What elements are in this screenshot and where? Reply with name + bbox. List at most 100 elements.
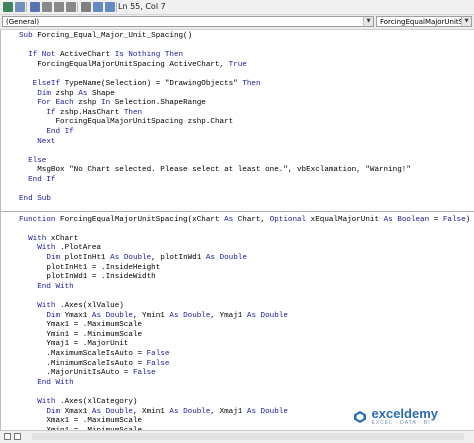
code-line[interactable] bbox=[1, 186, 474, 196]
code-line[interactable]: For Each zshp In Selection.ShapeRange bbox=[1, 99, 474, 109]
chevron-down-icon[interactable]: ▼ bbox=[461, 17, 471, 26]
code-line[interactable]: ForcingEqualMajorUnitSpacing zshp.Chart bbox=[1, 118, 474, 128]
code-line[interactable]: .MinimumScaleIsAuto = False bbox=[1, 360, 474, 370]
code-keyword: Dim bbox=[19, 407, 65, 416]
code-line[interactable] bbox=[1, 70, 474, 80]
code-line[interactable] bbox=[1, 388, 474, 398]
code-text: , Xmaj1 bbox=[210, 407, 247, 416]
code-window-header: (General) ▼ ForcingEqualMajorUnitSpacing… bbox=[0, 15, 474, 30]
code-line[interactable] bbox=[1, 292, 474, 302]
code-keyword: Optional bbox=[269, 215, 311, 224]
code-text: Forcing_Equal_Major_Unit_Spacing() bbox=[37, 32, 193, 40]
code-line[interactable]: End If bbox=[1, 128, 474, 138]
code-text: plotInWd1 = .InsideWidth bbox=[19, 273, 156, 282]
copy-icon[interactable] bbox=[54, 2, 64, 12]
code-text: Shape bbox=[91, 89, 115, 98]
find-icon[interactable] bbox=[81, 2, 91, 12]
redo-icon[interactable] bbox=[105, 2, 115, 12]
code-line[interactable]: With .PlotArea bbox=[1, 244, 474, 254]
code-keyword: False bbox=[146, 350, 170, 358]
chevron-down-icon[interactable]: ▼ bbox=[363, 17, 373, 26]
code-text: MsgBox "No Chart selected. Please select… bbox=[19, 166, 411, 175]
toolbar-separator bbox=[26, 2, 27, 12]
code-line[interactable]: MsgBox "No Chart selected. Please select… bbox=[1, 166, 474, 176]
code-keyword: Function bbox=[19, 215, 61, 224]
code-line[interactable]: Else bbox=[1, 157, 474, 167]
code-line[interactable] bbox=[1, 147, 474, 157]
code-keyword: As bbox=[224, 215, 238, 224]
code-text: zshp.HasChart bbox=[60, 108, 124, 117]
code-text: ActiveChart bbox=[60, 51, 115, 60]
code-keyword: With bbox=[19, 302, 61, 311]
code-keyword: ElseIf bbox=[19, 79, 65, 88]
code-line[interactable]: End With bbox=[1, 379, 474, 389]
full-module-view-button[interactable] bbox=[14, 433, 21, 440]
toolbar-separator bbox=[116, 2, 117, 12]
code-line[interactable]: End With bbox=[1, 283, 474, 293]
code-keyword: As Double bbox=[169, 311, 211, 320]
code-text: .MinimumScaleIsAuto = bbox=[19, 359, 147, 368]
code-line[interactable]: Function ForcingEqualMajorUnitSpacing(xC… bbox=[1, 216, 474, 226]
code-text: xEqualMajorUnit bbox=[310, 215, 384, 224]
code-line[interactable]: Dim Ymax1 As Double, Ymin1 As Double, Ym… bbox=[1, 312, 474, 322]
code-editor[interactable]: Sub Forcing_Equal_Major_Unit_Spacing() I… bbox=[0, 30, 474, 430]
code-text: Xmax1 bbox=[64, 407, 92, 416]
code-keyword: As Double bbox=[91, 407, 133, 416]
code-keyword: Is Nothing Then bbox=[114, 51, 184, 60]
code-text: xChart bbox=[50, 234, 79, 243]
insert-module-icon[interactable] bbox=[15, 2, 25, 12]
save-icon[interactable] bbox=[30, 2, 40, 12]
procedure-dropdown[interactable]: ForcingEqualMajorUnitSpacing ▼ bbox=[376, 16, 472, 27]
code-keyword: Else bbox=[19, 156, 47, 165]
code-line[interactable]: Ymaj1 = .MajorUnit bbox=[1, 340, 474, 350]
code-line[interactable]: ForcingEqualMajorUnitSpacing ActiveChart… bbox=[1, 61, 474, 71]
code-line[interactable]: Ymin1 = .MinimumScale bbox=[1, 331, 474, 341]
code-text: , Ymin1 bbox=[132, 311, 170, 320]
code-text: = bbox=[433, 215, 443, 224]
procedure-dropdown-value: ForcingEqualMajorUnitSpacing bbox=[380, 18, 471, 26]
code-line[interactable]: If zshp.HasChart Then bbox=[1, 109, 474, 119]
code-line[interactable] bbox=[1, 42, 474, 52]
paste-icon[interactable] bbox=[66, 2, 76, 12]
code-keyword: As Double bbox=[169, 407, 211, 416]
status-bar bbox=[0, 430, 474, 443]
code-text: Selection.ShapeRange bbox=[114, 99, 206, 108]
code-line[interactable] bbox=[1, 225, 474, 235]
code-text: ) bbox=[465, 215, 471, 224]
code-text: ForcingEqualMajorUnitSpacing(xChart bbox=[60, 215, 225, 224]
code-text: .PlotArea bbox=[60, 244, 102, 253]
code-line[interactable]: Dim zshp As Shape bbox=[1, 90, 474, 100]
code-line[interactable]: With xChart bbox=[1, 235, 474, 245]
procedure-view-button[interactable] bbox=[4, 433, 11, 440]
code-keyword: If bbox=[19, 108, 61, 117]
code-text: Chart, bbox=[237, 215, 270, 224]
code-line[interactable]: plotInWd1 = .InsideWidth bbox=[1, 273, 474, 283]
code-text: Ymaj1 = .MajorUnit bbox=[19, 340, 129, 349]
object-dropdown-value: (General) bbox=[6, 18, 40, 26]
code-line[interactable]: End If bbox=[1, 176, 474, 186]
code-line[interactable]: Dim plotInHt1 As Double, plotInWd1 As Do… bbox=[1, 254, 474, 264]
code-line[interactable]: .MaximumScaleIsAuto = False bbox=[1, 350, 474, 360]
code-line[interactable]: If Not ActiveChart Is Nothing Then bbox=[1, 51, 474, 61]
code-line[interactable]: Ymax1 = .MaximumScale bbox=[1, 321, 474, 331]
code-keyword: Dim bbox=[19, 311, 65, 320]
code-line[interactable]: ElseIf TypeName(Selection) = "DrawingObj… bbox=[1, 80, 474, 90]
code-keyword: Dim bbox=[19, 254, 65, 263]
code-text: ForcingEqualMajorUnitSpacing zshp.Chart bbox=[19, 118, 234, 127]
code-line[interactable]: End Sub bbox=[1, 195, 474, 205]
code-keyword: As Double bbox=[246, 311, 288, 320]
code-text: plotInHt1 = .InsideHeight bbox=[19, 263, 161, 272]
code-line[interactable]: plotInHt1 = .InsideHeight bbox=[1, 264, 474, 274]
code-line[interactable]: Next bbox=[1, 138, 474, 148]
horizontal-scrollbar[interactable] bbox=[32, 433, 464, 440]
code-keyword: Then bbox=[242, 79, 261, 88]
code-line[interactable]: Sub Forcing_Equal_Major_Unit_Spacing() bbox=[1, 32, 474, 42]
object-dropdown[interactable]: (General) ▼ bbox=[2, 16, 374, 27]
excel-icon[interactable] bbox=[3, 2, 13, 12]
undo-icon[interactable] bbox=[93, 2, 103, 12]
code-keyword: As Double bbox=[205, 254, 247, 263]
cut-icon[interactable] bbox=[42, 2, 52, 12]
code-line[interactable]: .MajorUnitIsAuto = False bbox=[1, 369, 474, 379]
code-text: Ymax1 = .MaximumScale bbox=[19, 321, 143, 330]
code-line[interactable]: With .Axes(xlValue) bbox=[1, 302, 474, 312]
